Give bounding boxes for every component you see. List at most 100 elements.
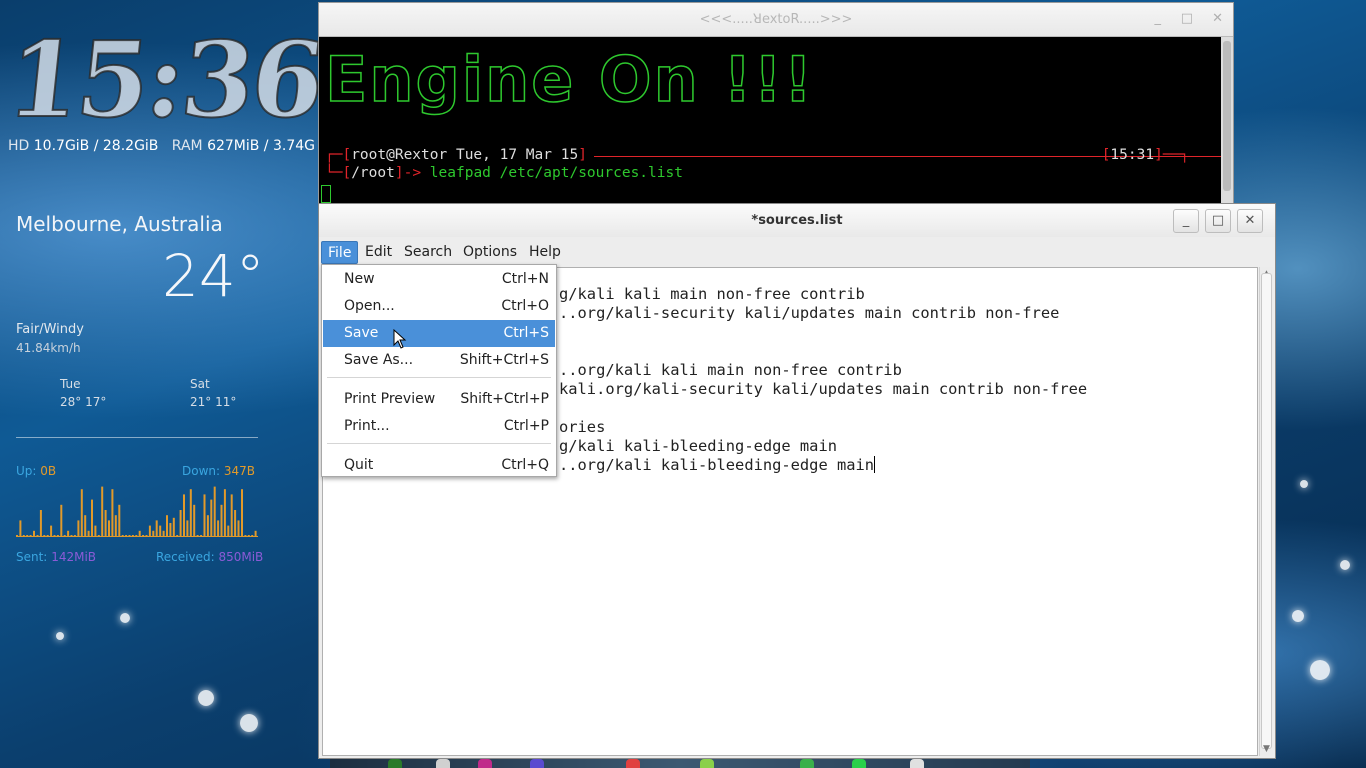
net-graph-bar: [241, 489, 243, 536]
net-graph-bar: [244, 535, 247, 536]
bokeh-light: [198, 690, 214, 706]
maximize-icon[interactable]: □: [1181, 11, 1193, 26]
network-graph: [16, 486, 258, 537]
net-graph-bar: [70, 535, 73, 536]
menu-item-label: Open...: [344, 298, 395, 314]
terminal-cursor: [321, 185, 331, 203]
maximize-icon[interactable]: □: [1205, 209, 1231, 233]
net-graph-bar: [46, 535, 49, 536]
net-down: Down: 347B: [182, 464, 255, 478]
minimize-icon[interactable]: _: [1155, 11, 1162, 26]
leafpad-titlebar[interactable]: *sources.list _ □ ✕: [319, 204, 1275, 237]
net-down-value: 347B: [223, 464, 256, 478]
net-graph-bar: [162, 530, 165, 536]
scroll-thumb[interactable]: [1261, 273, 1272, 749]
app-icon[interactable]: [626, 759, 640, 768]
window-title: *sources.list: [751, 213, 843, 228]
prompt-time-wrap: [15:31]──┐: [1101, 147, 1189, 163]
net-graph-bar: [176, 535, 179, 536]
menu-item-accel: Shift+Ctrl+S: [459, 352, 549, 368]
menu-item-save[interactable]: Save Ctrl+S: [323, 320, 555, 347]
app-icon[interactable]: [478, 759, 492, 768]
hd-label: HD: [8, 138, 30, 154]
net-up-label: Up:: [16, 464, 37, 478]
menu-item-accel: Ctrl+N: [501, 271, 549, 287]
minimize-icon[interactable]: _: [1173, 209, 1199, 233]
net-graph-bar: [73, 535, 76, 536]
menu-item-label: New: [344, 271, 375, 287]
net-graph-bar: [200, 535, 203, 536]
app-icon[interactable]: [910, 759, 924, 768]
editor-scrollbar[interactable]: ▲ ▼: [1259, 267, 1273, 756]
net-graph-bar: [118, 504, 121, 536]
app-icon[interactable]: [800, 759, 814, 768]
net-graph-bar: [36, 535, 39, 536]
net-graph-bar: [237, 520, 240, 536]
ram-value: 627MiB / 3.74G: [207, 138, 315, 154]
net-graph-bar: [29, 535, 32, 536]
terminal-banner: Engine On !!!: [324, 43, 815, 116]
system-info: HD 10.7GiB / 28.2GiB RAM 627MiB / 3.74G: [8, 138, 315, 154]
terminal-command: leafpad /etc/apt/sources.list: [429, 165, 683, 181]
close-icon[interactable]: ✕: [1212, 11, 1223, 26]
menu-item-new[interactable]: New Ctrl+N: [323, 266, 555, 293]
app-icon[interactable]: [852, 759, 866, 768]
menu-options[interactable]: Options: [457, 241, 523, 264]
hd-value: 10.7GiB / 28.2GiB: [33, 138, 159, 154]
app-icon[interactable]: [700, 759, 714, 768]
menu-item-save-as[interactable]: Save As... Shift+Ctrl+S: [323, 347, 555, 374]
text-line: ..org/kali-security kali/updates main co…: [559, 304, 1060, 322]
bokeh-light: [120, 613, 130, 623]
terminal-titlebar[interactable]: <<<.....ꓤextoR.....>>> _ □ ✕: [319, 3, 1233, 37]
net-sent-label: Sent:: [16, 550, 48, 564]
net-graph-bar: [183, 494, 185, 536]
net-graph-bar: [94, 525, 97, 536]
bokeh-light: [56, 632, 64, 640]
menu-item-print[interactable]: Print... Ctrl+P: [323, 413, 555, 440]
net-graph-bar: [169, 523, 172, 536]
net-graph-baseline: [16, 536, 258, 537]
net-received-label: Received:: [156, 550, 215, 564]
net-graph-bar: [128, 535, 131, 536]
scroll-down-arrow-icon[interactable]: ▼: [1260, 742, 1273, 756]
app-icon[interactable]: [530, 759, 544, 768]
net-graph-bar: [155, 520, 158, 536]
net-graph-bar: [166, 515, 168, 536]
app-icon[interactable]: [388, 759, 402, 768]
menu-item-print-preview[interactable]: Print Preview Shift+Ctrl+P: [323, 386, 555, 413]
menu-file[interactable]: File: [321, 241, 359, 264]
net-graph-bar: [87, 530, 90, 536]
net-graph-bar: [19, 520, 22, 536]
terminal-output[interactable]: Engine On !!! ┌─[root@Rextor Tue, 17 Mar…: [319, 37, 1233, 203]
menubar: File Edit Search Options Help: [319, 237, 1275, 267]
menu-item-quit[interactable]: Quit Ctrl+Q: [323, 452, 555, 479]
net-graph-bar: [251, 535, 254, 536]
prompt-line-2: └─[/root]-> leafpad /etc/apt/sources.lis…: [325, 165, 683, 181]
menu-help[interactable]: Help: [523, 241, 567, 264]
net-received: Received: 850MiB: [156, 550, 263, 564]
app-icon[interactable]: [436, 759, 450, 768]
menu-item-label: Print Preview: [344, 391, 436, 407]
text-line: g/kali kali-bleeding-edge main: [559, 437, 837, 455]
desktop-clock: 15:36: [1, 17, 329, 142]
menu-edit[interactable]: Edit: [359, 241, 398, 264]
net-graph-bar: [217, 520, 220, 536]
terminal-window[interactable]: <<<.....ꓤextoR.....>>> _ □ ✕ Engine On !…: [318, 2, 1234, 204]
net-graph-bar: [148, 525, 151, 536]
net-graph-bar: [104, 510, 107, 536]
text-caret: [874, 456, 876, 473]
net-graph-bar: [22, 535, 25, 536]
text-line: ..org/kali kali-bleeding-edge main: [559, 456, 875, 474]
net-graph-bar: [223, 489, 226, 536]
net-graph-bar: [53, 535, 56, 536]
menu-item-open[interactable]: Open... Ctrl+O: [323, 293, 555, 320]
scroll-thumb[interactable]: [1223, 41, 1231, 191]
menu-item-accel: Ctrl+O: [501, 298, 549, 314]
terminal-scrollbar[interactable]: [1221, 37, 1233, 203]
forecast-temps: 21° 11°: [190, 395, 237, 409]
close-icon[interactable]: ✕: [1237, 209, 1263, 233]
menu-search[interactable]: Search: [398, 241, 458, 264]
text-line: g/kali kali main non-free contrib: [559, 285, 865, 303]
net-up: Up: 0B: [16, 464, 56, 478]
net-graph-bar: [114, 515, 117, 536]
